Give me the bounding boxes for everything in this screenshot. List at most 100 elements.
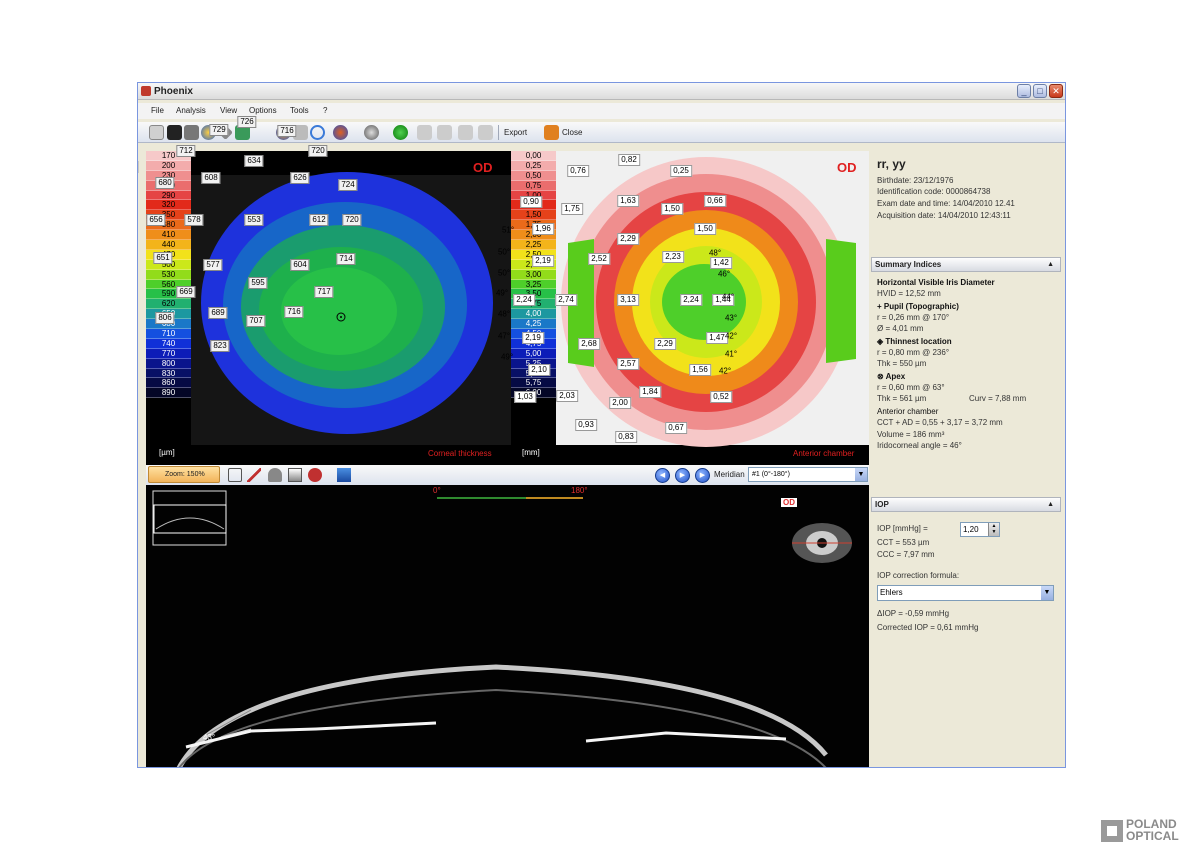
close-button[interactable]: Close <box>562 128 582 137</box>
poland-optical-logo: POLAND OPTICAL <box>1101 818 1191 848</box>
keratometry-icon[interactable] <box>167 125 182 140</box>
degree-end-label: 180° <box>571 486 588 495</box>
depth-value-label: 2,24 <box>680 294 702 306</box>
scale-step: 1,50 <box>511 210 556 221</box>
scale-step: 290 <box>146 190 191 201</box>
chamber-eye-label: OD <box>837 160 857 175</box>
iop-formula-select[interactable]: Ehlers ▼ <box>877 585 1054 601</box>
corrected-iop: Corrected IOP = 0,61 mmHg <box>877 623 979 632</box>
collapse-caret-icon: ▲ <box>1047 501 1054 508</box>
menu-tools[interactable]: Tools <box>290 106 309 115</box>
previous-meridian-button[interactable]: ◀ <box>655 468 670 483</box>
overlay-icon[interactable] <box>333 125 348 140</box>
superman-tool-icon[interactable] <box>308 468 322 482</box>
pen-tool-icon[interactable] <box>247 468 261 482</box>
thickness-value-label: 729 <box>209 124 229 136</box>
depth-value-label: 2,00 <box>609 397 631 409</box>
toolbar-separator <box>498 125 499 140</box>
camera-icon[interactable] <box>184 125 199 140</box>
thickness-value-label: 634 <box>244 155 264 167</box>
export-button[interactable]: Export <box>504 128 527 137</box>
angle-value-label: 51° <box>501 225 515 235</box>
thickness-value-label: 680 <box>155 177 175 189</box>
scale-step: 530 <box>146 269 191 280</box>
view-toolbar: Zoom: 150% ◀ ▶ ▶ Meridian #1 (0°-180°) ▼ <box>146 465 869 485</box>
play-button[interactable]: ▶ <box>675 468 690 483</box>
apex-thickness: Thk = 561 µm <box>877 394 927 403</box>
caliper-tool-icon[interactable] <box>228 468 242 482</box>
depth-value-label: 2,57 <box>617 358 639 370</box>
plus-icon: + <box>877 302 884 311</box>
angle-value-label: 42° <box>718 366 732 376</box>
depth-value-label: 1,03 <box>514 391 536 403</box>
scheimpflug-eye-label: OD <box>781 498 797 507</box>
menu-analysis[interactable]: Analysis <box>176 106 206 115</box>
zoom-button[interactable]: Zoom: 150% <box>148 466 220 483</box>
pupil-title: + Pupil (Topographic) <box>877 302 959 311</box>
print-icon-4[interactable] <box>478 125 493 140</box>
corneal-thickness-map[interactable] <box>191 151 511 461</box>
menu-file[interactable]: File <box>151 106 164 115</box>
menu-bar: File Analysis View Options Tools ? <box>138 103 1065 119</box>
target-icon[interactable] <box>364 125 379 140</box>
anterior-chamber-depth: CCT + AD = 0,55 + 3,17 = 3,72 mm <box>877 418 1003 427</box>
print-icon-2[interactable] <box>437 125 452 140</box>
minimize-button[interactable]: _ <box>1017 84 1031 98</box>
scale-step: 0,50 <box>511 170 556 181</box>
measure-tool-icon[interactable] <box>268 468 282 482</box>
depth-value-label: 0,67 <box>665 422 687 434</box>
anterior-chamber-volume: Volume = 186 mm³ <box>877 430 945 439</box>
close-window-button[interactable]: ✕ <box>1049 84 1063 98</box>
next-meridian-button[interactable]: ▶ <box>695 468 710 483</box>
menu-options[interactable]: Options <box>249 106 277 115</box>
green-status-icon[interactable] <box>393 125 408 140</box>
summary-indices-header[interactable]: Summary Indices ▲ <box>871 257 1061 272</box>
maximize-button[interactable]: □ <box>1033 84 1047 98</box>
thickness-value-label: 716 <box>277 125 297 137</box>
iop-delta: ΔIOP = -0,59 mmHg <box>877 609 950 618</box>
circle-outline-icon[interactable] <box>310 125 325 140</box>
iop-input-value: 1,20 <box>963 525 979 534</box>
depth-value-label: 0,82 <box>618 154 640 166</box>
depth-value-label: 1,63 <box>617 195 639 207</box>
thickness-value-label: 720 <box>342 214 362 226</box>
thickness-value-label: 604 <box>290 259 310 271</box>
print-icon-3[interactable] <box>458 125 473 140</box>
scale-step: 0,75 <box>511 180 556 191</box>
close-exam-icon[interactable] <box>544 125 559 140</box>
pupil-diameter: Ø = 4,01 mm <box>877 324 924 333</box>
depth-value-label: 0,76 <box>567 165 589 177</box>
swap-icon[interactable] <box>337 468 351 482</box>
iop-stepper[interactable]: ▲ ▼ <box>988 523 999 536</box>
scale-step: 440 <box>146 240 191 250</box>
anterior-chamber-color-scale: 0,000,250,500,751,001,251,501,752,002,25… <box>511 151 556 399</box>
thinnest-position: r = 0,80 mm @ 236° <box>877 348 950 357</box>
menu-view[interactable]: View <box>220 106 237 115</box>
depth-value-label: 2,10 <box>528 364 550 376</box>
angle-value-label: 48° <box>708 248 722 258</box>
depth-value-label: 0,90 <box>520 196 542 208</box>
thickness-value-label: 717 <box>314 286 334 298</box>
depth-value-label: 1,56 <box>689 364 711 376</box>
angle-value-label: 41° <box>724 349 738 359</box>
iop-label: IOP [mmHg] = <box>877 524 928 533</box>
menu-help[interactable]: ? <box>323 106 327 115</box>
depth-value-label: 2,52 <box>588 253 610 265</box>
iop-formula-value: Ehlers <box>880 588 903 597</box>
open-exam-icon[interactable] <box>149 125 164 140</box>
scheimpflug-image-viewer[interactable]: 0° 180° OD 43° <box>146 485 869 767</box>
thickness-value-label: 612 <box>309 214 329 226</box>
profile-tool-icon[interactable] <box>288 468 302 482</box>
meridian-select[interactable]: #1 (0°-180°) ▼ <box>748 467 868 482</box>
thickness-value-label: 669 <box>176 286 196 298</box>
depth-value-label: 2,19 <box>522 332 544 344</box>
scale-step: 0,00 <box>511 151 556 161</box>
iop-header[interactable]: IOP ▲ <box>871 497 1061 512</box>
scale-step: 890 <box>146 388 191 399</box>
thickness-value-label: 726 <box>237 116 257 128</box>
thickness-value-label: 689 <box>208 307 228 319</box>
depth-value-label: 1,42 <box>710 257 732 269</box>
chevron-down-icon: ▼ <box>855 468 867 481</box>
angle-value-label: 50° <box>497 247 511 257</box>
print-icon-1[interactable] <box>417 125 432 140</box>
